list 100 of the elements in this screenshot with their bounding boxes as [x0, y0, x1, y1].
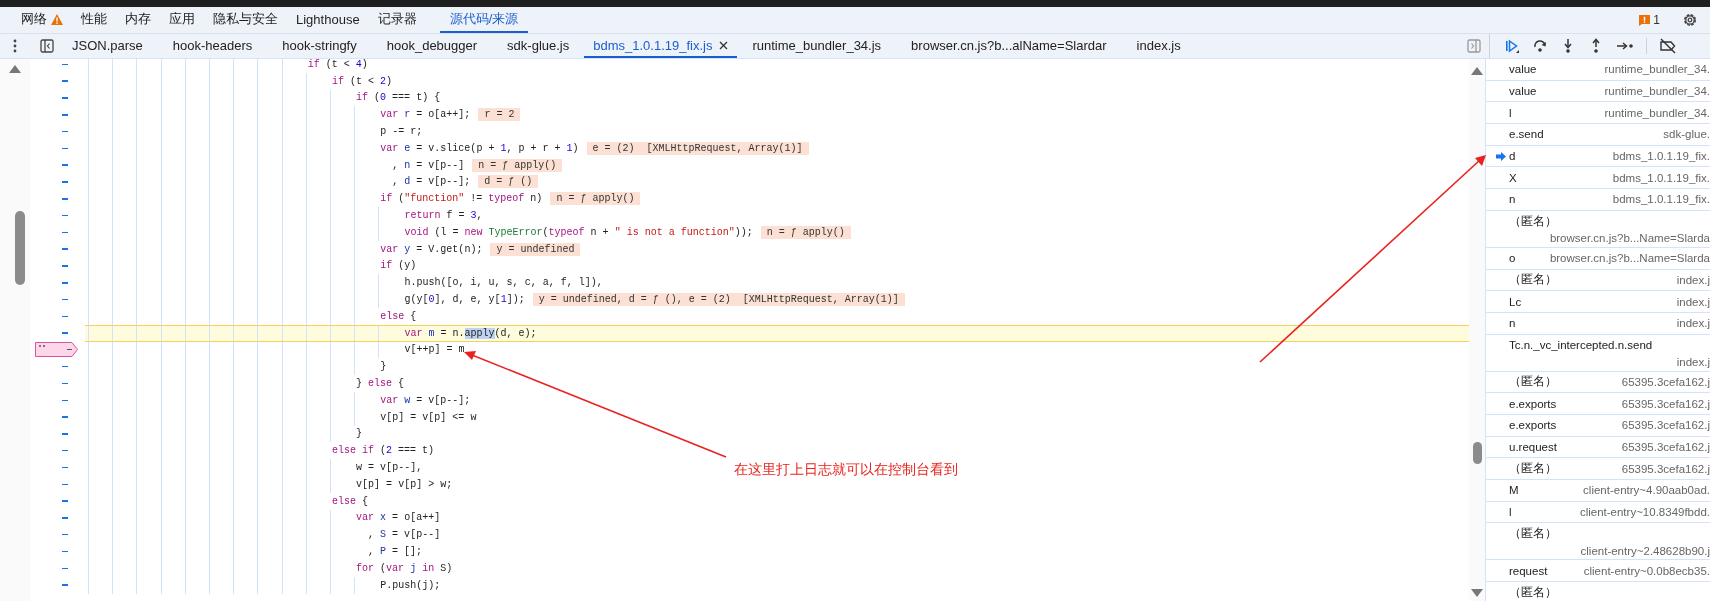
function-name: e.send	[1509, 128, 1544, 141]
function-name: value	[1509, 63, 1537, 76]
inline-value: n = ƒ apply()	[550, 192, 641, 206]
code-line: , S = v[p--]	[367, 529, 441, 541]
file-location: bdms_1.0.1.19_fix.	[1612, 171, 1710, 184]
code-line: , n = v[p--]	[391, 159, 465, 171]
panel-tab[interactable]: Lighthouse	[287, 7, 369, 33]
call-frame[interactable]: n index.j	[1486, 312, 1710, 335]
code-line: var w = v[p--];	[379, 394, 471, 406]
file-location: index.j	[1676, 295, 1710, 308]
scrollbar-thumb[interactable]	[15, 211, 25, 285]
call-frame[interactable]: X bdms_1.0.1.19_fix.	[1486, 167, 1710, 190]
more-icon[interactable]	[13, 39, 17, 53]
file-location: 65395.3cefa162.j	[1621, 419, 1710, 432]
call-frame[interactable]: M client-entry~4.90aab0ad.	[1486, 480, 1710, 502]
call-frame[interactable]: e.exports 65395.3cefa162.j	[1486, 414, 1710, 437]
code-line: var m = n.apply(d, e);	[403, 327, 537, 339]
code-line: }	[379, 361, 387, 373]
call-frame[interactable]: （匿名） 65395.3cefa162.j	[1486, 458, 1710, 480]
file-location: client-entry~10.8349fbdd.	[1579, 506, 1710, 519]
code-line: if (0 === t) {	[355, 92, 441, 104]
file-location: index.j	[1676, 317, 1710, 330]
scroll-up-icon[interactable]	[9, 65, 21, 73]
call-frame[interactable]: e.send sdk-glue.	[1486, 124, 1710, 146]
step-over-icon[interactable]	[1532, 38, 1548, 54]
function-name: l	[1509, 106, 1512, 119]
function-name: Lc	[1509, 295, 1522, 308]
issue-icon	[1639, 14, 1651, 26]
breakpoint-marker[interactable]	[35, 342, 78, 358]
file-tab[interactable]: sdk-glue.js	[492, 34, 585, 58]
function-name: u.request	[1509, 440, 1557, 453]
file-location: 65395.3cefa162.j	[1621, 440, 1710, 453]
call-frame[interactable]: Lc index.j	[1486, 291, 1710, 313]
call-frame[interactable]: o browser.cn.js?b...Name=Slarda	[1486, 247, 1710, 270]
code-line: g(y[0], d, e, y[1]);	[403, 294, 525, 306]
issues-counter[interactable]: 1	[1639, 13, 1660, 27]
panel-tab[interactable]: 应用	[160, 7, 204, 33]
code-line: var x = o[a++]	[355, 512, 441, 524]
file-location: bdms_1.0.1.19_fix.	[1612, 193, 1710, 206]
function-name: o	[1509, 252, 1516, 265]
file-location: index.j	[1676, 273, 1710, 286]
close-icon[interactable]	[719, 40, 729, 50]
call-frame[interactable]: Tc.n._vc_intercepted.n.send index.j	[1486, 334, 1710, 372]
file-tab[interactable]: bdms_1.0.1.19_fix.js	[584, 34, 738, 58]
file-tab[interactable]: runtime_bundler_34.js	[737, 34, 897, 58]
panel-tab[interactable]: 内存	[116, 7, 160, 33]
issues-count: 1	[1653, 13, 1660, 27]
call-frame[interactable]: （匿名） 65395.3cefa162.j	[1486, 371, 1710, 394]
file-tab[interactable]: hook-stringfy	[267, 34, 372, 58]
panel-tab[interactable]: 记录器	[368, 7, 426, 33]
call-frame[interactable]: l client-entry~10.8349fbdd.	[1486, 501, 1710, 524]
inline-value: y = undefined	[490, 242, 581, 256]
code-line: if (t < 2)	[330, 75, 392, 87]
call-frame[interactable]: （匿名） index.j	[1486, 269, 1710, 292]
function-name: X	[1509, 171, 1517, 184]
function-name: （匿名）	[1509, 374, 1557, 390]
file-tab[interactable]: JSON.parse	[57, 34, 158, 58]
file-tab[interactable]: browser.cn.js?b...alName=Slardar	[896, 34, 1122, 58]
call-frame[interactable]: l runtime_bundler_34.	[1486, 102, 1710, 125]
file-tab[interactable]: index.js	[1121, 34, 1196, 58]
panel-tab[interactable]: 网络	[12, 7, 72, 33]
file-tab[interactable]: hook_debugger	[371, 34, 493, 58]
file-tab[interactable]: hook-headers	[157, 34, 268, 58]
call-frame[interactable]: e.exports 65395.3cefa162.j	[1486, 393, 1710, 415]
sidebar-toggle-icon[interactable]	[40, 39, 54, 53]
code-line: P.push(j);	[379, 579, 441, 591]
call-frame[interactable]: n bdms_1.0.1.19_fix.	[1486, 189, 1710, 211]
scrollbar-thumb[interactable]	[1473, 442, 1482, 464]
panel-tab[interactable]: 隐私与安全	[204, 7, 287, 33]
file-location: 65395.3cefa162.j	[1621, 397, 1710, 410]
settings-icon[interactable]	[1682, 12, 1698, 28]
resume-icon[interactable]	[1504, 38, 1520, 54]
file-location: 65395.3cefa162.j	[1621, 375, 1710, 388]
scroll-up-icon[interactable]	[1471, 67, 1483, 75]
code-line: v[p] = v[p] <= w	[379, 411, 477, 423]
call-frame[interactable]: value runtime_bundler_34.	[1486, 80, 1710, 103]
call-frame[interactable]: u.request 65395.3cefa162.j	[1486, 436, 1710, 459]
code-line: else if (2 === t)	[330, 445, 434, 457]
scroll-down-icon[interactable]	[1471, 589, 1483, 597]
current-frame-icon	[1496, 151, 1506, 161]
file-location: client-entry~0.0b8ecb35.	[1583, 564, 1710, 577]
function-name: M	[1509, 484, 1519, 497]
panel-tab[interactable]: 性能	[72, 7, 116, 33]
code-line: return f = 3,	[403, 210, 483, 222]
code-line: else {	[379, 310, 417, 322]
code-line: if (y)	[379, 260, 417, 272]
file-location: 65395.3cefa162.j	[1621, 462, 1710, 475]
call-frame[interactable]: request client-entry~0.0b8ecb35.	[1486, 560, 1710, 583]
code-line: else {	[330, 495, 368, 507]
code-line: if ("function" != typeof n)	[379, 193, 543, 205]
call-frame[interactable]: value runtime_bundler_34.	[1486, 59, 1710, 81]
deactivate-breakpoints-icon[interactable]	[1659, 38, 1677, 54]
inline-value: y = undefined, d = ƒ (), e = (2) [XMLHttpRequest, Array(1)]	[532, 293, 905, 307]
function-name: l	[1509, 506, 1512, 519]
code-line: w = v[p--],	[355, 462, 423, 473]
call-frame[interactable]: （匿名）	[1486, 582, 1710, 601]
call-frame[interactable]: d bdms_1.0.1.19_fix.	[1486, 145, 1710, 168]
file-location: runtime_bundler_34.	[1604, 106, 1710, 119]
function-name: （匿名）	[1509, 584, 1557, 600]
sidebar-toggle-icon[interactable]	[1467, 39, 1481, 53]
